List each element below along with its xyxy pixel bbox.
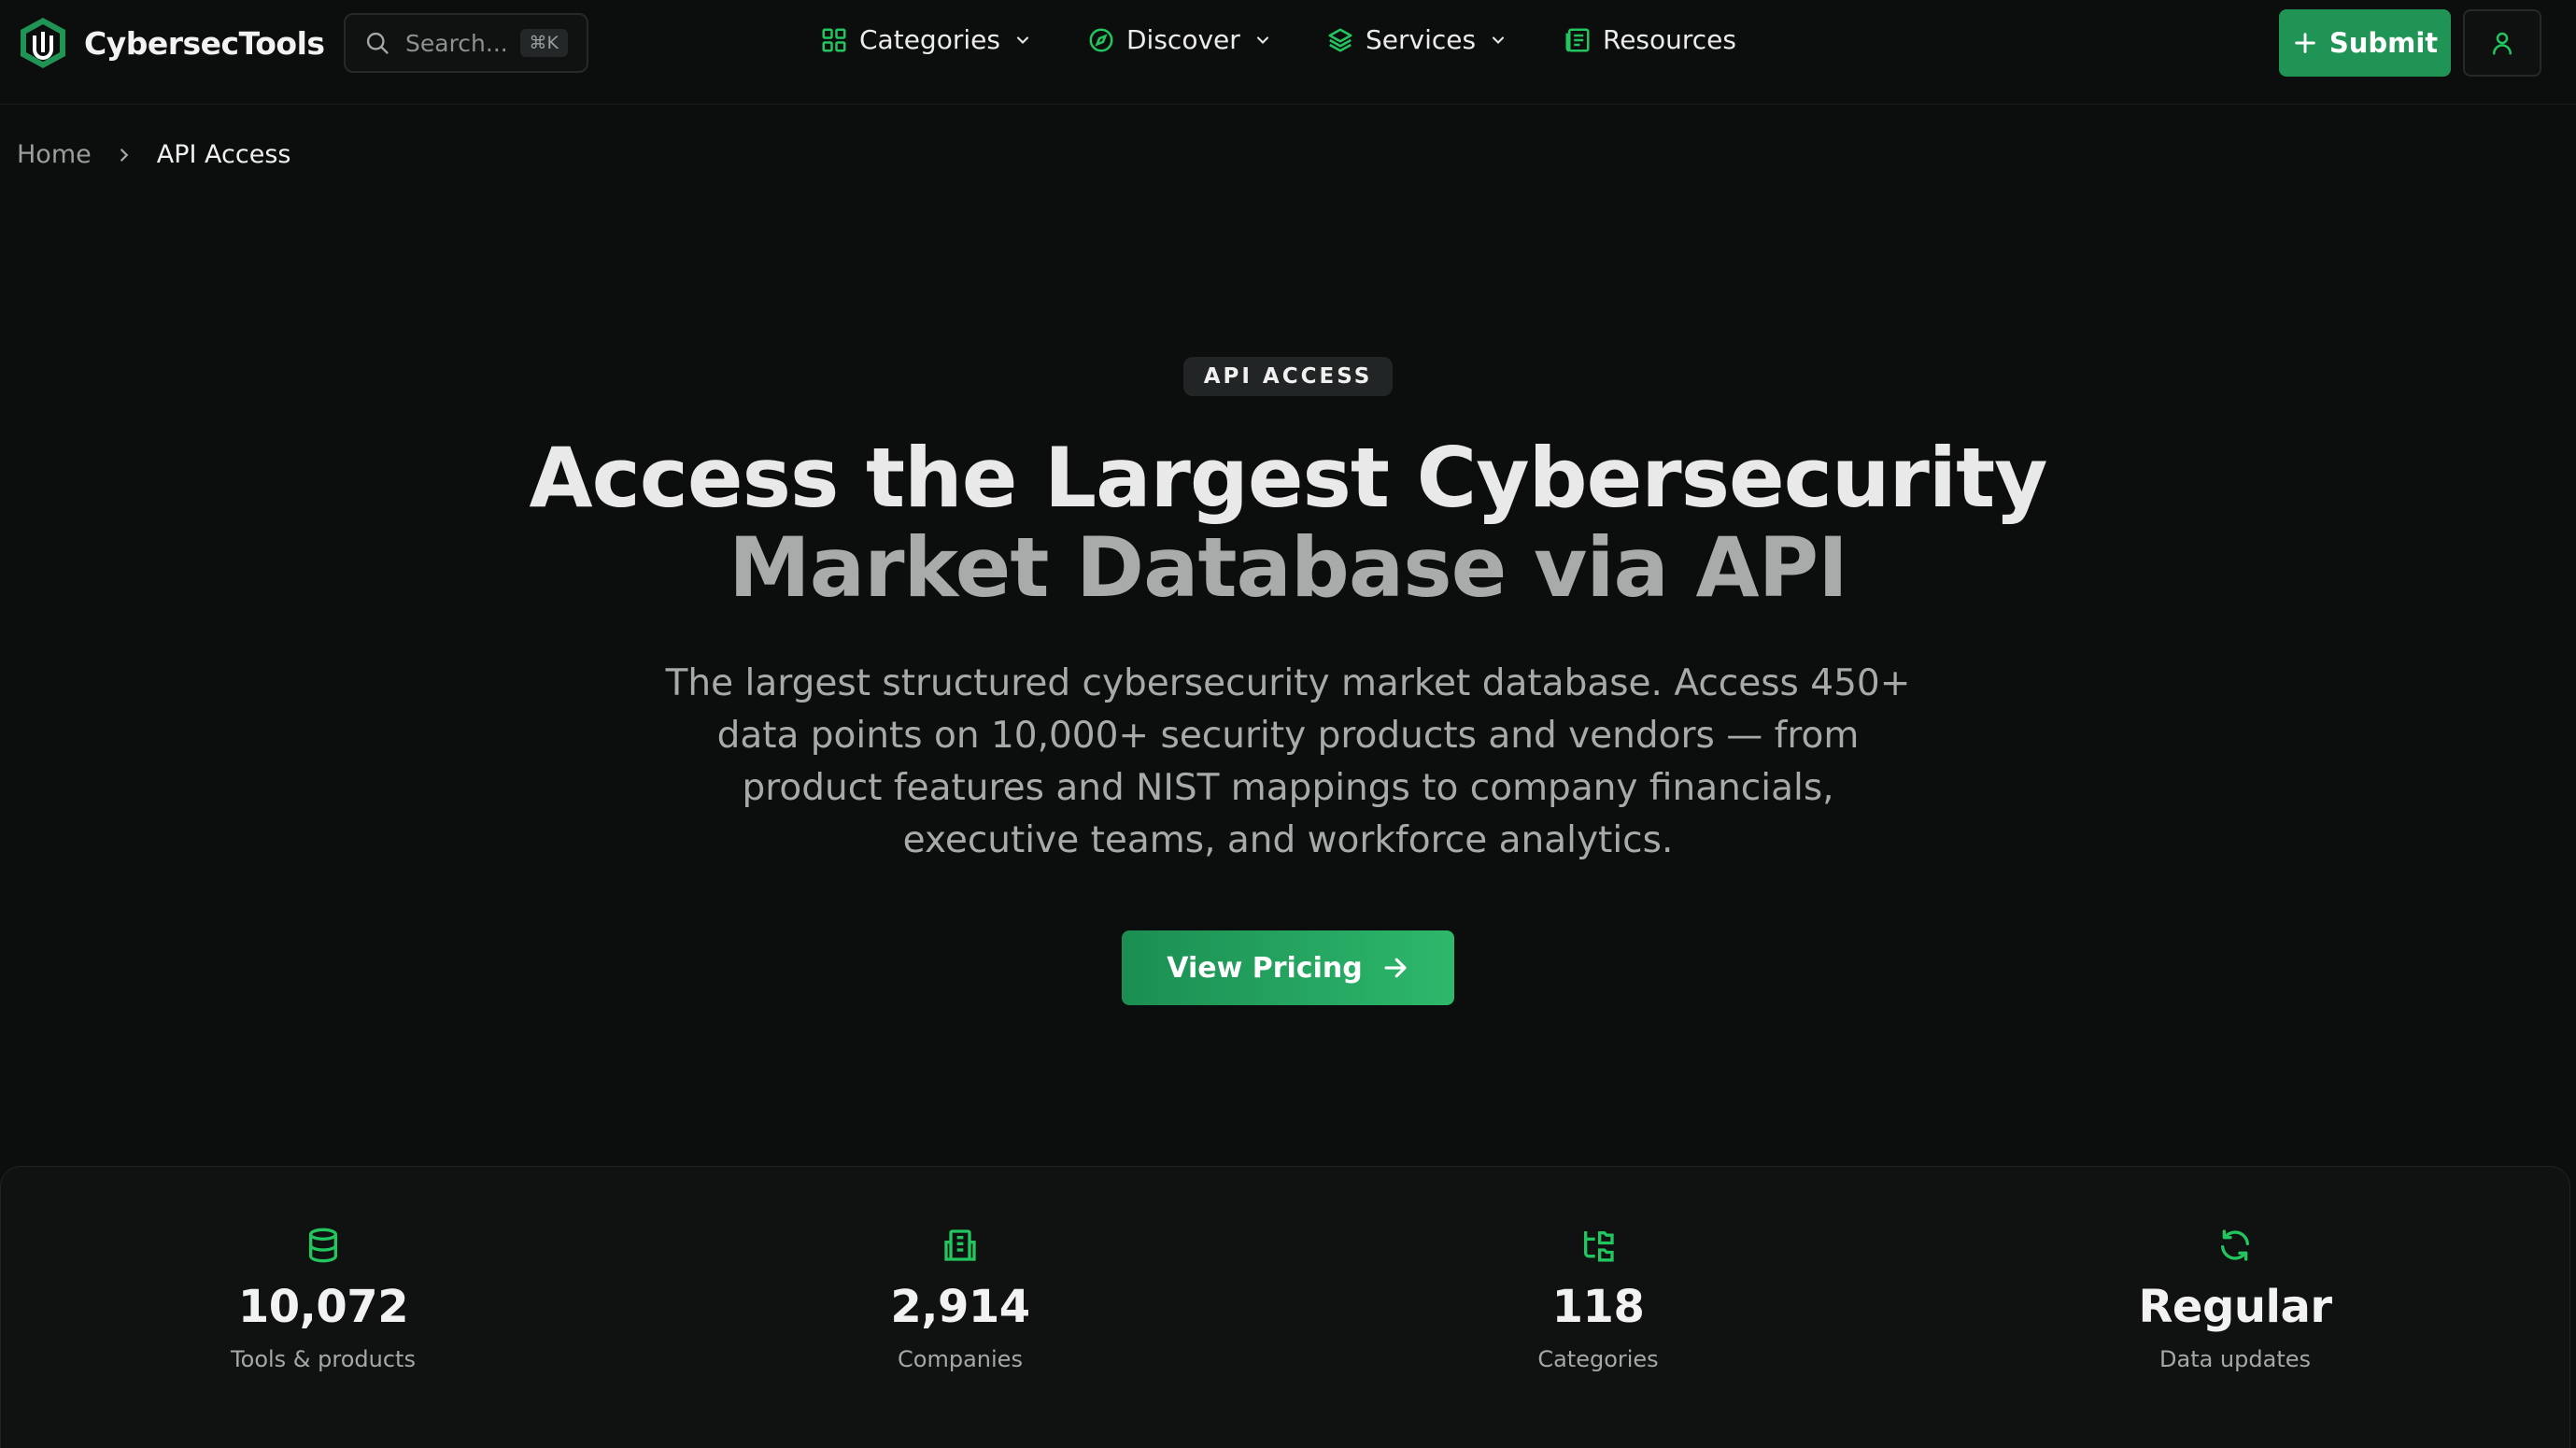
- arrow-right-icon: [1384, 958, 1407, 978]
- submit-button-label: Submit: [2328, 27, 2439, 59]
- nav-label-categories: Categories: [859, 24, 1000, 55]
- grid-icon: [822, 28, 846, 51]
- hero-section: API ACCESS Access the Largest Cybersecur…: [0, 357, 2576, 1005]
- search-box[interactable]: Search... ⌘K: [344, 13, 588, 73]
- search-shortcut-hint: ⌘K: [519, 29, 568, 57]
- view-pricing-label: View Pricing: [1167, 951, 1363, 985]
- stat-categories: 118 Categories: [1411, 1227, 1785, 1372]
- search-icon: [366, 32, 389, 54]
- database-icon: [309, 1228, 337, 1263]
- refresh-icon: [2221, 1229, 2249, 1261]
- plus-icon: [2295, 33, 2315, 53]
- chevron-down-icon: [1493, 35, 1505, 44]
- chevron-down-icon: [1256, 35, 1268, 44]
- page-title: Access the Largest Cybersecurity Market …: [0, 433, 2576, 613]
- stat-label: Companies: [898, 1346, 1023, 1372]
- stat-tools: 10,072 Tools & products: [136, 1227, 510, 1372]
- nav-item-categories[interactable]: Categories: [820, 24, 1032, 55]
- stat-value: 2,914: [890, 1281, 1030, 1333]
- stat-value: 118: [1551, 1281, 1645, 1333]
- chevron-down-icon: [1016, 35, 1028, 44]
- stat-label: Categories: [1537, 1346, 1659, 1372]
- nav-item-discover[interactable]: Discover: [1087, 24, 1272, 55]
- brand-name: CybersecTools: [84, 24, 325, 62]
- nav-item-services[interactable]: Services: [1326, 24, 1507, 55]
- compass-icon: [1089, 28, 1113, 51]
- folder-tree-icon: [1584, 1231, 1614, 1262]
- nav-label-services: Services: [1366, 24, 1477, 55]
- search-placeholder: Search...: [405, 29, 508, 57]
- breadcrumb: Home API Access: [17, 140, 290, 169]
- user-icon: [2493, 32, 2512, 55]
- page-title-line-2: Market Database via API: [729, 519, 1848, 616]
- chevron-right-icon: [120, 148, 129, 162]
- stat-label: Tools & products: [231, 1346, 416, 1372]
- stat-companies: 2,914 Companies: [773, 1227, 1147, 1372]
- nav-label-resources: Resources: [1603, 24, 1736, 55]
- hero-description: The largest structured cybersecurity mar…: [665, 662, 1911, 861]
- nav-item-resources[interactable]: Resources: [1564, 24, 1736, 55]
- view-pricing-button[interactable]: View Pricing: [1122, 930, 1454, 1005]
- submit-button[interactable]: Submit: [2279, 9, 2451, 77]
- page-title-line-1: Access the Largest Cybersecurity: [529, 430, 2047, 526]
- breadcrumb-current: API Access: [156, 140, 291, 169]
- stat-label: Data updates: [2159, 1346, 2311, 1372]
- user-account-button[interactable]: [2463, 9, 2541, 77]
- hexagon-logo-icon: [21, 18, 65, 68]
- stat-value: 10,072: [237, 1281, 409, 1333]
- section-badge: API ACCESS: [1182, 357, 1394, 396]
- breadcrumb-home-link[interactable]: Home: [17, 140, 92, 169]
- stat-data-updates: Regular Data updates: [2048, 1227, 2422, 1372]
- top-navigation-bar: CybersecTools Search... ⌘K Categories Di…: [0, 0, 2576, 105]
- brand-link[interactable]: CybersecTools: [17, 15, 325, 71]
- stat-value: Regular: [2138, 1281, 2332, 1333]
- layers-icon: [1328, 28, 1352, 51]
- building-icon: [944, 1229, 976, 1261]
- nav-label-discover: Discover: [1126, 24, 1240, 55]
- stats-panel: 10,072 Tools & products 2,914 Companies …: [0, 1166, 2570, 1448]
- newspaper-icon: [1565, 28, 1590, 51]
